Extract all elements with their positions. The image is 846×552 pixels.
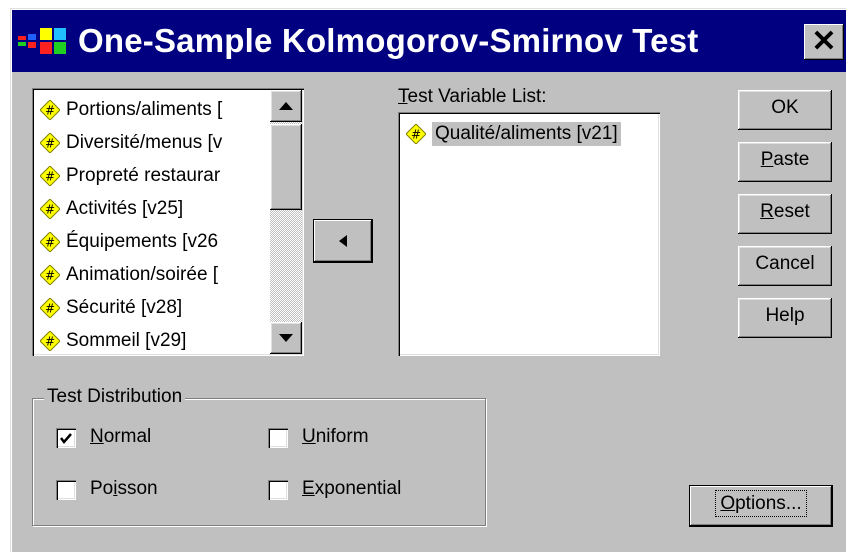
- test-distribution-label: Test Distribution: [44, 386, 186, 408]
- numeric-variable-icon: #: [40, 298, 60, 318]
- window-title: One-Sample Kolmogorov-Smirnov Test: [78, 22, 699, 59]
- exponential-checkbox[interactable]: [268, 480, 288, 500]
- numeric-variable-icon: #: [40, 265, 60, 285]
- left-arrow-icon: [339, 235, 347, 247]
- move-variable-button[interactable]: [314, 220, 372, 262]
- test-distribution-group: [32, 398, 486, 526]
- list-item-label: Activités [v25]: [66, 198, 184, 219]
- svg-text:#: #: [45, 269, 55, 283]
- numeric-variable-icon: #: [40, 166, 60, 186]
- list-item-label: Sommeil [v29]: [66, 330, 187, 351]
- svg-text:#: #: [45, 302, 55, 316]
- exponential-label[interactable]: Exponential: [302, 478, 401, 500]
- list-item[interactable]: # Portions/aliments [: [40, 94, 268, 126]
- dialog-window: One-Sample Kolmogorov-Smirnov Test ✕ # Po…: [10, 8, 846, 552]
- numeric-variable-icon: #: [40, 331, 60, 351]
- normal-label[interactable]: Normal: [90, 426, 151, 448]
- scroll-down-button[interactable]: [270, 322, 302, 354]
- ok-button[interactable]: OK: [738, 90, 832, 130]
- scroll-thumb[interactable]: [270, 124, 302, 210]
- list-item[interactable]: # Sécurité [v28]: [40, 292, 268, 324]
- list-item-label: Propreté restaurar: [66, 165, 221, 186]
- list-item[interactable]: # Animation/soirée [: [40, 259, 268, 291]
- scroll-up-arrow-icon: [279, 102, 293, 110]
- svg-text:#: #: [411, 128, 421, 142]
- checkmark-icon: [60, 433, 72, 444]
- svg-text:#: #: [45, 170, 55, 184]
- numeric-variable-icon: #: [40, 133, 60, 153]
- poisson-checkbox[interactable]: [56, 480, 76, 500]
- list-item[interactable]: # Propreté restaurar: [40, 160, 268, 192]
- close-icon: ✕: [811, 25, 837, 58]
- numeric-variable-icon: #: [40, 232, 60, 252]
- svg-text:#: #: [45, 236, 55, 250]
- numeric-variable-icon: #: [40, 199, 60, 219]
- svg-text:#: #: [45, 203, 55, 217]
- normal-checkbox[interactable]: [56, 428, 76, 448]
- paste-button[interactable]: Paste: [738, 142, 832, 182]
- list-item[interactable]: # Équipements [v26: [40, 226, 268, 258]
- cancel-button[interactable]: Cancel: [738, 246, 832, 286]
- svg-text:#: #: [45, 335, 55, 349]
- list-item-label: Animation/soirée [: [66, 264, 219, 285]
- test-variable-list[interactable]: # Qualité/aliments [v21]: [398, 112, 660, 356]
- list-item-label: Sécurité [v28]: [66, 297, 183, 318]
- numeric-variable-icon: #: [406, 124, 426, 144]
- list-item[interactable]: # Diversité/menus [v: [40, 127, 268, 159]
- uniform-label[interactable]: Uniform: [302, 426, 369, 448]
- svg-text:#: #: [45, 137, 55, 151]
- spss-app-icon: [18, 28, 66, 54]
- list-item-label: Qualité/aliments [v21]: [432, 122, 621, 146]
- poisson-label[interactable]: Poisson: [90, 478, 158, 500]
- list-item-label: Portions/aliments [: [66, 99, 223, 120]
- help-button[interactable]: Help: [738, 298, 832, 338]
- list-item-label: Diversité/menus [v: [66, 132, 223, 153]
- reset-button[interactable]: Reset: [738, 194, 832, 234]
- source-variable-list[interactable]: # Portions/aliments [# Diversité/menus [v #…: [32, 88, 304, 356]
- test-variable-list-label: Test Variable List:: [398, 86, 547, 107]
- list-item[interactable]: # Sommeil [v29]: [40, 325, 268, 356]
- list-item-label: Équipements [v26: [66, 231, 219, 252]
- svg-text:#: #: [45, 104, 55, 118]
- title-bar[interactable]: One-Sample Kolmogorov-Smirnov Test ✕: [12, 10, 846, 72]
- options-button[interactable]: Options...: [690, 486, 832, 526]
- numeric-variable-icon: #: [40, 100, 60, 120]
- close-button[interactable]: ✕: [804, 24, 844, 60]
- scroll-down-arrow-icon: [279, 334, 293, 342]
- uniform-checkbox[interactable]: [268, 428, 288, 448]
- list-item[interactable]: # Activités [v25]: [40, 193, 268, 225]
- list-item[interactable]: # Qualité/aliments [v21]: [406, 118, 654, 150]
- scroll-up-button[interactable]: [270, 90, 302, 122]
